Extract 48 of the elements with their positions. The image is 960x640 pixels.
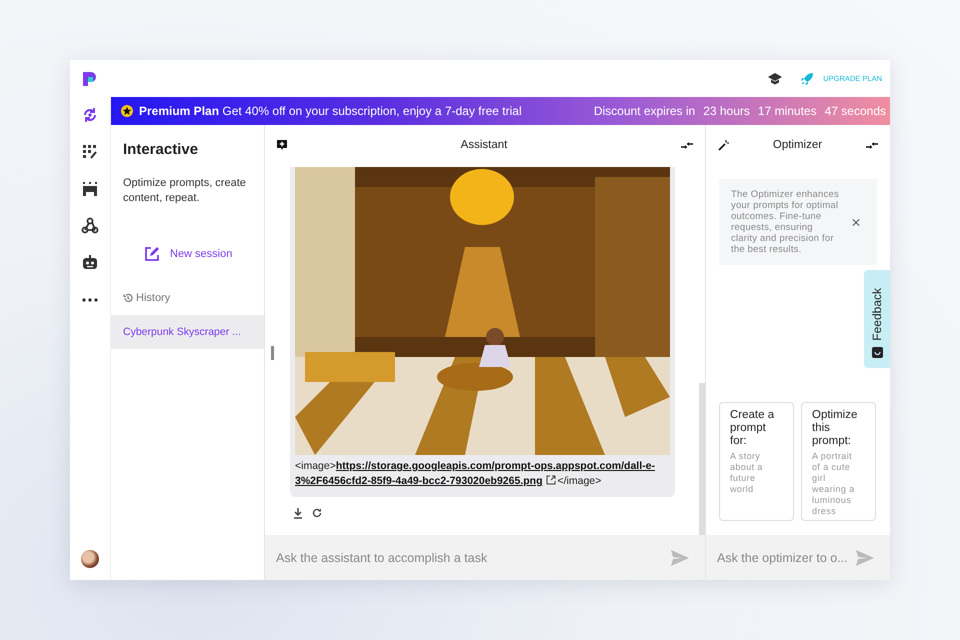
countdown-value: 23 hours [703, 104, 750, 118]
message-field[interactable]: Ask the assistant to accomplish a task [265, 535, 705, 580]
close-icon[interactable] [852, 218, 860, 226]
countdown-value: 47 seconds [824, 104, 886, 118]
collapse-icon[interactable] [681, 140, 693, 150]
sync-icon[interactable] [81, 106, 99, 124]
graduation-cap-icon[interactable] [768, 72, 782, 84]
suggestion-card[interactable]: Create a prompt for: A story about a future world [719, 402, 794, 521]
magic-wand-icon[interactable] [718, 140, 729, 150]
collapse-icon[interactable] [866, 140, 878, 150]
countdown-label: Discount expires in [594, 104, 696, 118]
feedback-icon [872, 347, 882, 358]
panel-title: Optimizer [772, 139, 824, 151]
message-input[interactable]: Ask the optimizer to o... [715, 550, 856, 566]
scrollbar[interactable] [699, 383, 705, 535]
suggestion-title: Create a prompt for: [730, 409, 776, 448]
avatar[interactable] [81, 550, 99, 568]
download-icon[interactable] [293, 508, 303, 519]
message-field[interactable]: Ask the optimizer to o... [706, 535, 890, 580]
message-input[interactable]: Ask the assistant to accomplish a task [274, 550, 671, 566]
add-chat-icon[interactable] [277, 140, 287, 150]
session-item[interactable]: Cyberpunk Skyscraper ... [111, 315, 264, 349]
logo-icon[interactable] [81, 70, 97, 86]
history-icon [123, 293, 133, 303]
resize-handle[interactable] [271, 346, 274, 360]
rocket-icon [800, 72, 814, 86]
countdown-value: 17 minutes [758, 104, 817, 118]
star-icon [121, 105, 133, 117]
refresh-icon[interactable] [312, 508, 322, 518]
robot-icon[interactable] [81, 254, 99, 272]
new-session-button[interactable]: New session [144, 244, 232, 264]
message-text: <image>https://storage.googleapis.com/prompt-ops.appspot.com/dall-e-3%2F6456cfd2-85f9-4a49-bcc2-793020eb9265.png </image> [295, 459, 656, 489]
suggestion-example: A portrait of a cute girl wearing a luminous dress [812, 451, 856, 517]
suggestion-example: A story about a future world [730, 451, 764, 495]
suggestion-card[interactable]: Optimize this prompt: A portrait of a cute girl wearing a luminous dress [801, 402, 876, 521]
sidebar-title: Interactive [122, 140, 200, 158]
feedback-tab[interactable]: Feedback [864, 270, 890, 368]
suggestion-title: Optimize this prompt: [812, 409, 858, 448]
storefront-icon[interactable] [81, 180, 99, 198]
edit-icon [144, 246, 160, 262]
panel-title: Assistant [460, 139, 508, 151]
info-text: The Optimizer enhances your prompts for optimal outcomes. Fine-tune requests, ensuring clarity and precision for the best results. [731, 189, 840, 255]
webhook-icon[interactable] [81, 217, 99, 235]
history-label: History [136, 292, 170, 304]
external-link-icon[interactable] [546, 475, 556, 485]
sidebar-subtitle: Optimize prompts, create content, repeat. [122, 176, 247, 206]
grid-icon[interactable] [81, 143, 99, 161]
promo-text: Premium Plan Get 40% off on your subscription, enjoy a 7-day free trial [139, 104, 522, 118]
